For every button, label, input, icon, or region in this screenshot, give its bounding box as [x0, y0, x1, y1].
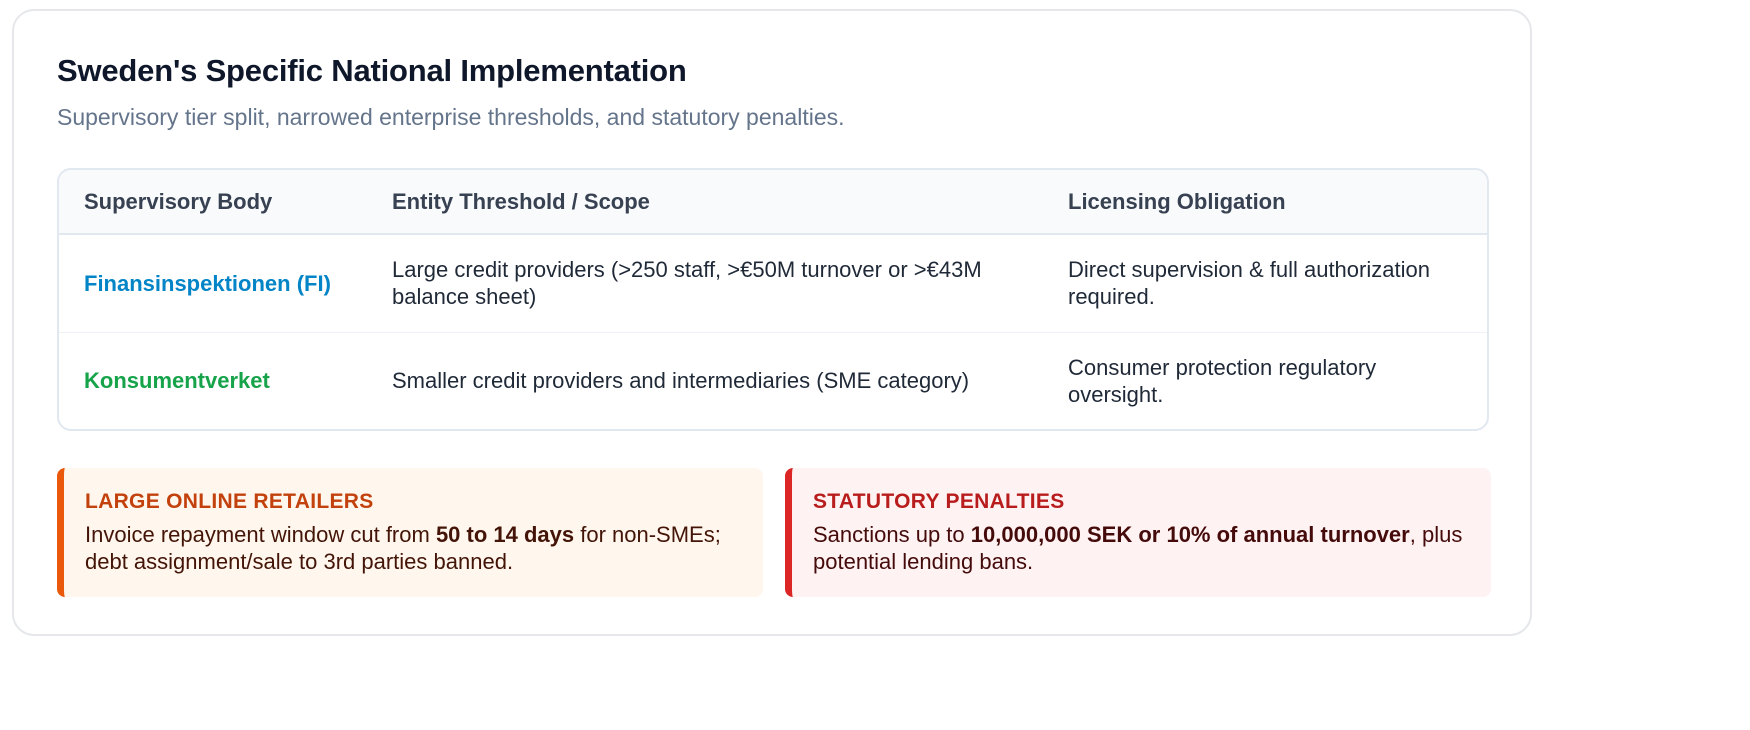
implementation-card: Sweden's Specific National Implementatio…	[12, 9, 1532, 636]
licensing-obligation-cell: Consumer protection regulatory oversight…	[1068, 354, 1377, 407]
table-row: Finansinspektionen (FI) Large credit pro…	[59, 234, 1487, 332]
table-header-row: Supervisory Body Entity Threshold / Scop…	[59, 170, 1487, 234]
table-row: Konsumentverket Smaller credit providers…	[59, 332, 1487, 429]
licensing-obligation-cell: Direct supervision & full authorization …	[1068, 257, 1430, 310]
callout-text: Sanctions up to 10,000,000 SEK or 10% of…	[813, 521, 1463, 575]
callout-text-lead: Invoice repayment window cut from	[85, 522, 436, 547]
callout-text-emphasis: 10,000,000 SEK or 10% of annual turnover	[970, 522, 1410, 547]
entity-scope-cell: Smaller credit providers and intermediar…	[392, 368, 970, 394]
page-title: Sweden's Specific National Implementatio…	[57, 53, 687, 88]
column-header-licensing-obligation: Licensing Obligation	[1068, 188, 1286, 214]
callout-text: Invoice repayment window cut from 50 to …	[85, 521, 735, 575]
callout-heading: STATUTORY PENALTIES	[813, 490, 1065, 513]
online-retailers-callout: LARGE ONLINE RETAILERS Invoice repayment…	[57, 468, 763, 597]
callout-heading: LARGE ONLINE RETAILERS	[85, 490, 374, 513]
callout-text-emphasis: 50 to 14 days	[435, 522, 575, 547]
supervisory-body-fi: Finansinspektionen (FI)	[84, 270, 331, 296]
statutory-penalties-callout: STATUTORY PENALTIES Sanctions up to 10,0…	[785, 468, 1491, 597]
supervisory-body-konsumentverket: Konsumentverket	[84, 368, 270, 394]
supervisory-table: Supervisory Body Entity Threshold / Scop…	[57, 168, 1489, 431]
page-subtitle: Supervisory tier split, narrowed enterpr…	[57, 104, 845, 130]
entity-scope-cell: Large credit providers (>250 staff, >€50…	[392, 257, 982, 310]
column-header-supervisory-body: Supervisory Body	[84, 188, 273, 214]
column-header-entity-threshold: Entity Threshold / Scope	[392, 188, 650, 214]
callout-text-lead: Sanctions up to	[813, 522, 971, 547]
